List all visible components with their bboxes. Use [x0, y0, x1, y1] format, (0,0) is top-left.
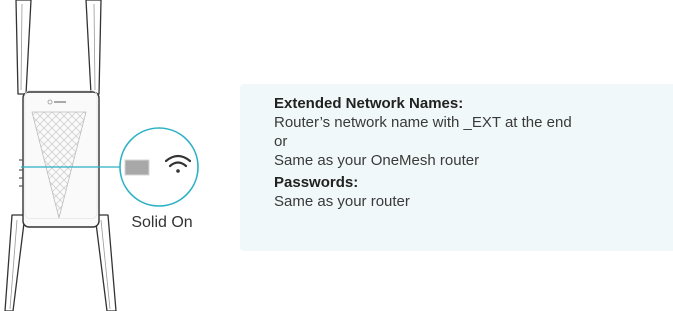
led-bar [124, 159, 150, 176]
passwords-heading: Passwords: [274, 174, 359, 191]
onemesh-name-line: Same as your OneMesh router [274, 152, 480, 169]
network-info-panel: Extended Network Names: Router’s network… [240, 84, 673, 251]
extended-network-name-line: Router’s network name with _EXT at the e… [274, 114, 572, 131]
upper-right-antenna [85, 0, 102, 95]
led-status-label: Solid On [131, 214, 193, 231]
extender-body [19, 90, 100, 228]
upper-left-antenna [15, 0, 32, 95]
or-separator: or [274, 133, 288, 150]
extended-networks-heading: Extended Network Names: [274, 95, 464, 112]
lower-left-antenna [4, 214, 26, 311]
passwords-line: Same as your router [274, 193, 410, 210]
